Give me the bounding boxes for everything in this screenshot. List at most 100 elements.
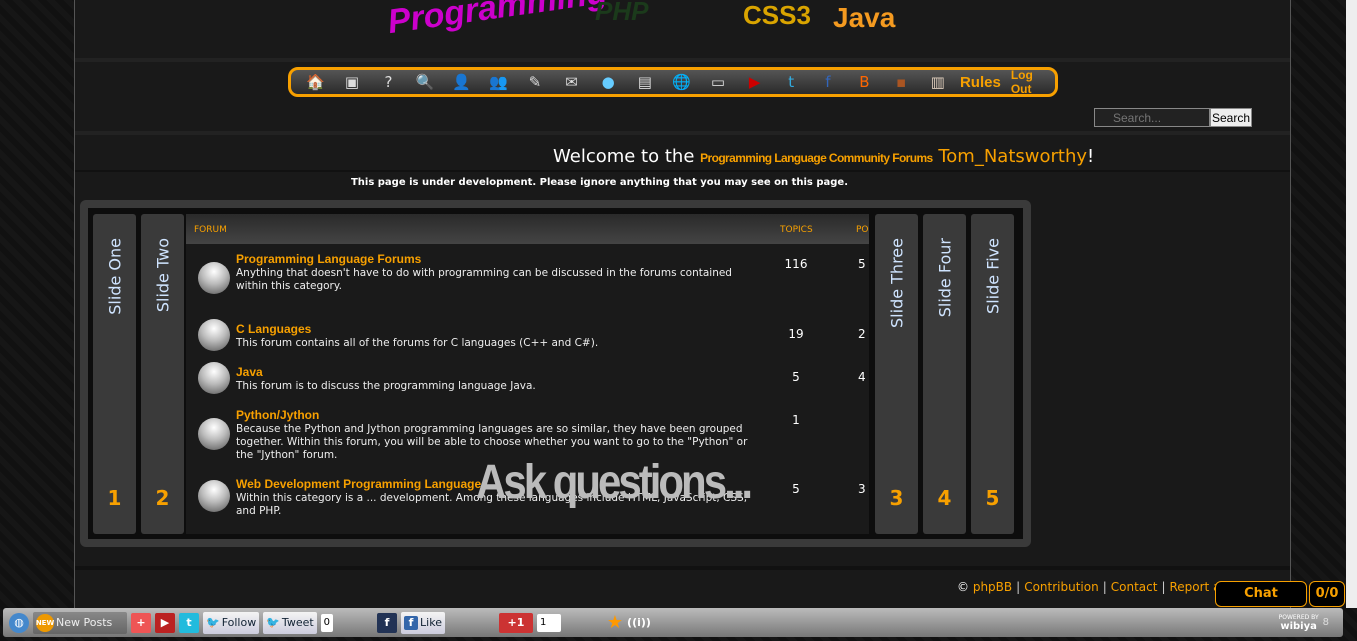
tweet-count: 0 <box>320 613 334 632</box>
database-icon[interactable]: ▤ <box>626 71 663 93</box>
twitter-icon[interactable]: t <box>179 612 199 633</box>
welcome-suffix: ! <box>1087 146 1095 167</box>
gplus-count: 1 <box>536 613 561 632</box>
slide-number: 5 <box>985 486 1000 510</box>
slide-number: 3 <box>889 486 904 510</box>
forum-title-link[interactable]: Web Development Programming Languages <box>236 477 488 491</box>
logout-link[interactable]: Log Out <box>1011 68 1055 96</box>
slide-tab-2[interactable]: Slide Two 2 <box>141 214 184 534</box>
home-icon[interactable]: 🏠 <box>297 71 334 93</box>
slide-tab-5[interactable]: Slide Five 5 <box>971 214 1014 534</box>
new-posts-label: New Posts <box>56 616 113 629</box>
dev-notice: This page is under development. Please i… <box>350 177 849 188</box>
header-forum: FORUM <box>194 225 227 235</box>
slide-tab-4[interactable]: Slide Four 4 <box>923 214 966 534</box>
forum-status-icon <box>198 262 230 294</box>
slide-label: Slide One <box>105 238 124 315</box>
logo-php: PHP <box>595 0 649 26</box>
forum-title-link[interactable]: Python/Jython <box>236 408 319 422</box>
welcome-prefix: Welcome to the <box>553 146 695 167</box>
posts-count: 5 <box>858 257 866 271</box>
forum-title-link[interactable]: Programming Language Forums <box>236 252 421 266</box>
twitter-icon[interactable]: t <box>773 71 810 93</box>
gplus-button[interactable]: +1 <box>498 612 533 633</box>
blocks-icon[interactable]: ▥ <box>919 71 956 93</box>
powered-by-wibiya[interactable]: POWERED BY wibiya <box>1279 613 1319 632</box>
forum-title-link[interactable]: C Languages <box>236 322 311 336</box>
slide-tab-1[interactable]: Slide One 1 <box>93 214 136 534</box>
slide-tab-3[interactable]: Slide Three 3 <box>875 214 918 534</box>
facebook-icon[interactable]: f <box>810 71 847 93</box>
posts-count: 4 <box>858 370 866 384</box>
tv-icon[interactable]: ▪ <box>883 71 920 93</box>
forum-desc: This forum is to discuss the programming… <box>236 380 536 392</box>
chat-button[interactable]: Chat <box>1215 581 1307 607</box>
edit-icon[interactable]: ✎ <box>517 71 554 93</box>
globe-icon[interactable]: 🌐 <box>663 71 700 93</box>
new-icon: NEW <box>36 613 54 632</box>
powered-label: POWERED BY <box>1278 614 1319 621</box>
search-icon[interactable]: 🔍 <box>407 71 444 93</box>
slide-number: 2 <box>155 486 170 510</box>
forum-desc: Anything that doesn't have to do with pr… <box>236 267 732 292</box>
search-button[interactable]: Search <box>1210 108 1252 127</box>
follow-button[interactable]: 🐦 Follow <box>203 611 260 634</box>
slide-label: Slide Five <box>983 238 1002 314</box>
mail-icon[interactable]: ✉ <box>553 71 590 93</box>
divider <box>75 566 1290 570</box>
add-icon[interactable]: + <box>131 612 151 633</box>
broadcast-icon[interactable]: ((i)) <box>627 613 651 633</box>
youtube-icon[interactable]: ▶ <box>155 612 175 633</box>
follow-label: Follow <box>221 616 257 629</box>
nav-bar: 🏠 ▣ ? 🔍 👤 👥 ✎ ✉ ● ▤ 🌐 ▭ ▶ t f B ▪ ▥ Rule… <box>288 67 1058 97</box>
topics-count: 19 <box>788 327 804 341</box>
slide-label: Slide Three <box>887 238 906 328</box>
topics-count: 116 <box>784 257 808 271</box>
chat-count[interactable]: 0/0 <box>1309 581 1345 607</box>
forum-status-icon <box>198 362 230 394</box>
tweet-label: Tweet <box>281 616 314 629</box>
facebook-icon[interactable]: f <box>377 612 398 633</box>
wibiya-logo: wibiya <box>1280 621 1317 632</box>
forum-page: Programming PHP CSS3 Java 🏠 ▣ ? 🔍 👤 👥 ✎ … <box>74 0 1291 608</box>
profile-icon[interactable]: 👤 <box>443 71 480 93</box>
brand-name: Programming Language Community Forums <box>700 151 933 165</box>
help-icon[interactable]: ? <box>370 71 407 93</box>
search-input[interactable] <box>1094 108 1210 127</box>
rules-link[interactable]: Rules <box>960 74 1001 91</box>
copyright-symbol: © <box>957 580 969 594</box>
footer-link-contact[interactable]: Contact <box>1111 580 1158 594</box>
forum-status-icon <box>198 319 230 351</box>
divider <box>75 170 1290 172</box>
forum-desc: This forum contains all of the forums fo… <box>236 337 599 349</box>
slide-label: Slide Two <box>153 238 172 313</box>
slide-number: 4 <box>937 486 952 510</box>
blogger-icon[interactable]: B <box>846 71 883 93</box>
logo-css3: CSS3 <box>743 0 811 30</box>
page-scrollbar[interactable] <box>1346 0 1357 608</box>
forum-table: FORUM TOPICS PO Programming Language For… <box>186 214 869 534</box>
forum-title-link[interactable]: Java <box>236 365 263 379</box>
new-posts-button[interactable]: NEW New Posts <box>33 611 127 634</box>
header-posts: PO <box>856 225 869 235</box>
header-topics: TOPICS <box>780 225 813 235</box>
slider: Slide One 1 Slide Two 2 FORUM TOPICS PO Pr… <box>80 200 1031 547</box>
chat-bubble-icon[interactable]: ● <box>590 71 627 93</box>
news-icon[interactable]: ▭ <box>700 71 737 93</box>
slide-label: Slide Four <box>935 238 954 318</box>
star-icon[interactable]: ★ <box>605 612 625 633</box>
footer-link-contribution[interactable]: Contribution <box>1024 580 1099 594</box>
tweet-button[interactable]: 🐦 Tweet <box>263 611 317 634</box>
like-button[interactable]: f Like <box>401 611 445 634</box>
slide-number: 1 <box>107 486 122 510</box>
toolbar-count: 8 <box>1322 617 1329 628</box>
twitter-bird-icon: 🐦 <box>206 616 220 629</box>
youtube-icon[interactable]: ▶ <box>736 71 773 93</box>
topics-count: 1 <box>792 413 800 427</box>
footer-link-phpbb[interactable]: phpBB <box>973 580 1012 594</box>
posts-count: 2 <box>858 327 866 341</box>
globe-icon[interactable]: ◍ <box>9 612 29 633</box>
calendar-icon[interactable]: ▣ <box>334 71 371 93</box>
members-icon[interactable]: 👥 <box>480 71 517 93</box>
username-link[interactable]: Tom_Natsworthy <box>938 146 1087 167</box>
